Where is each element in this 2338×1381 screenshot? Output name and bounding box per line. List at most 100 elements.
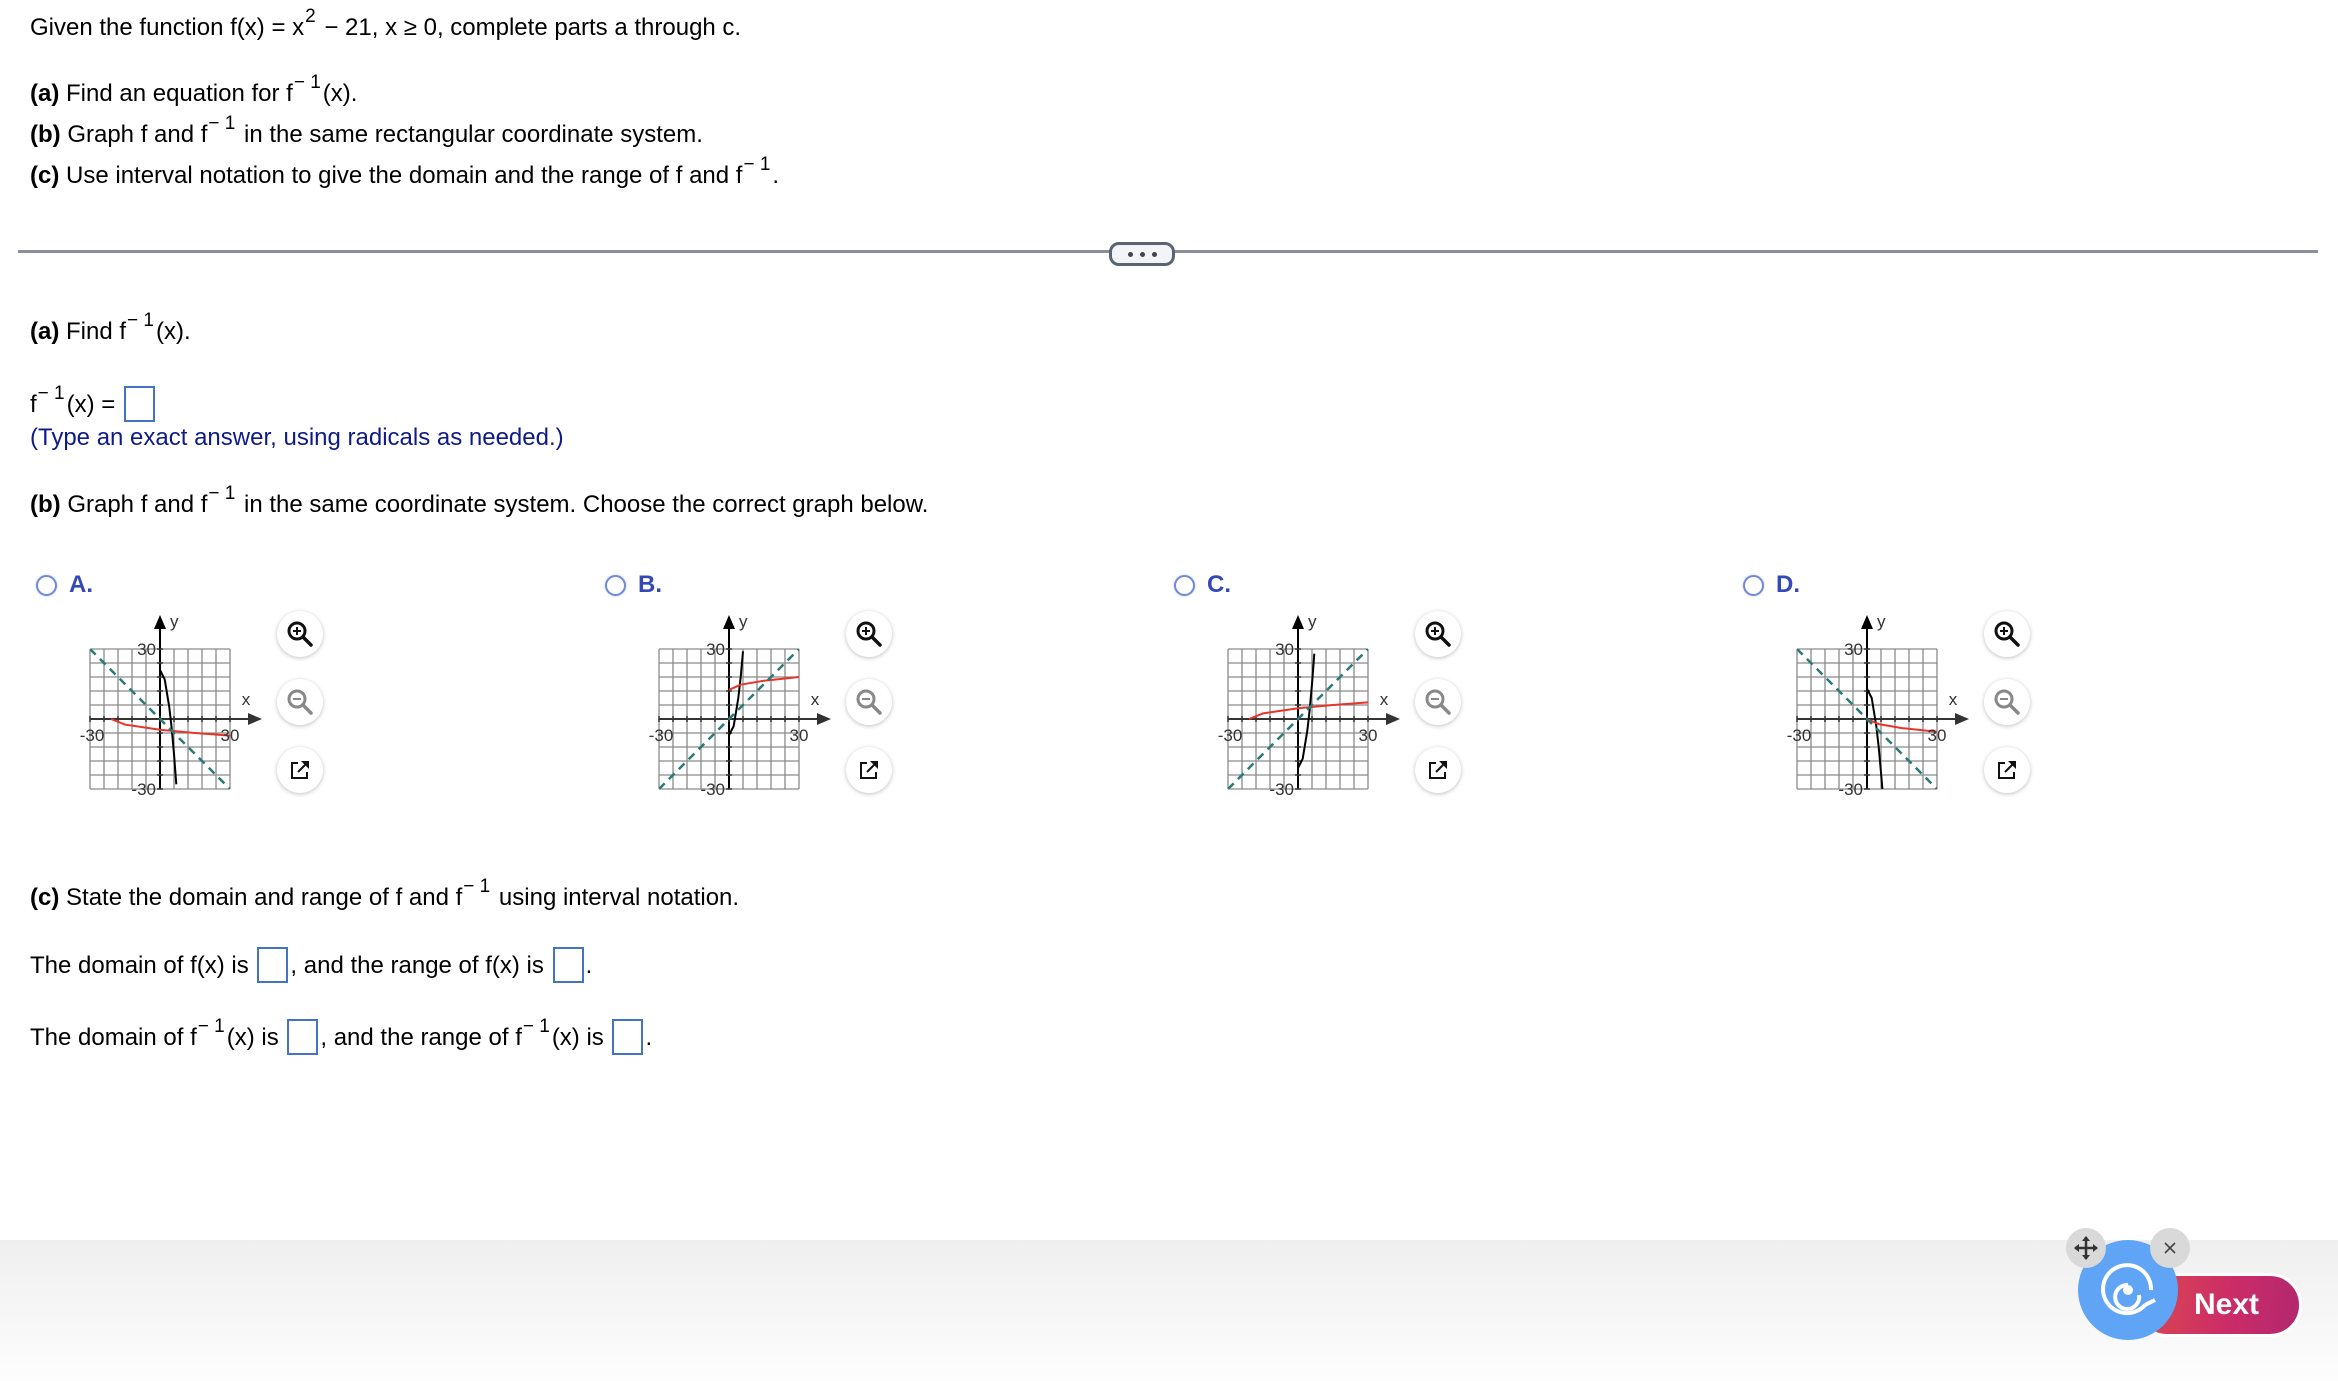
x-axis-arrow — [1955, 713, 1969, 725]
zoom-out-icon — [1994, 689, 2020, 715]
part-a-instruction: (a) Find an equation for f− 1(x). — [30, 72, 358, 110]
part-c-instruction: (c) Use interval notation to give the do… — [30, 154, 779, 192]
inverse-answer-input[interactable] — [123, 386, 155, 422]
option-label: D. — [1776, 571, 1800, 598]
close-assistant-button[interactable] — [2150, 1228, 2190, 1268]
zoom-in-icon — [287, 621, 313, 647]
y-min-label: -30 — [1269, 780, 1294, 799]
graph-option-b[interactable]: 30-30-30 30xy — [629, 600, 869, 810]
zoom-out-icon — [856, 689, 882, 715]
part-text-end: (x). — [322, 80, 358, 107]
superscript: − 1 — [463, 876, 491, 897]
label-text: (x) is — [226, 1024, 279, 1051]
external-link-button[interactable] — [1415, 747, 1461, 793]
superscript: − 1 — [293, 72, 321, 93]
x-min-label: -30 — [80, 726, 105, 745]
f-range-input[interactable] — [552, 947, 584, 983]
x-axis-arrow — [817, 713, 831, 725]
zoom-out-button[interactable] — [277, 679, 323, 725]
option-a[interactable]: A. — [36, 565, 93, 605]
x-min-label: -30 — [1787, 726, 1812, 745]
option-b[interactable]: B. — [605, 565, 662, 605]
intro-text-end: − 21, x ≥ 0, complete parts a through c. — [317, 14, 742, 41]
period: . — [645, 1024, 653, 1051]
option-label: A. — [69, 571, 93, 598]
option-d[interactable]: D. — [1743, 565, 1800, 605]
x-axis-label: x — [1380, 690, 1389, 709]
close-icon — [2164, 1242, 2176, 1254]
y-axis-label: y — [739, 612, 748, 631]
x-axis-label: x — [1949, 690, 1958, 709]
heading-text: State the domain and range of f and f — [59, 884, 463, 911]
radio-button[interactable] — [1174, 574, 1195, 596]
inverse-range-input[interactable] — [612, 1019, 644, 1055]
part-letter: (b) — [30, 121, 61, 148]
heading-text-end: (x). — [156, 318, 191, 345]
y-axis-label: y — [1308, 612, 1317, 631]
question-intro: Given the function f(x) = x2 − 21, x ≥ 0… — [30, 6, 742, 44]
y-axis-label: y — [1877, 612, 1886, 631]
part-c-heading: (c) State the domain and range of f and … — [30, 876, 740, 914]
inverse-domain-input[interactable] — [287, 1019, 319, 1055]
zoom-in-button[interactable] — [1984, 611, 2030, 657]
label-text: , and the range of f — [320, 1024, 522, 1051]
option-label: C. — [1207, 571, 1231, 598]
external-link-icon — [291, 761, 309, 779]
x-axis-arrow — [1386, 713, 1400, 725]
part-letter: (c) — [30, 884, 60, 911]
x-max-label: 30 — [790, 726, 809, 745]
part-text: Find an equation for f — [59, 80, 293, 107]
y-axis-arrow — [1861, 615, 1873, 629]
inverse-equation-row: f− 1(x) = — [30, 383, 157, 422]
part-text: Use interval notation to give the domain… — [59, 162, 743, 189]
part-b-heading: (b) Graph f and f− 1 in the same coordin… — [30, 483, 928, 521]
y-max-label: 30 — [706, 640, 725, 659]
move-handle[interactable] — [2066, 1228, 2106, 1268]
external-link-icon — [1998, 761, 2016, 779]
x-axis-label: x — [242, 690, 251, 709]
intro-text: Given the function f(x) = x — [30, 14, 305, 41]
x-max-label: 30 — [1359, 726, 1378, 745]
zoom-in-button[interactable] — [277, 611, 323, 657]
part-letter: (a) — [30, 318, 60, 345]
zoom-in-button[interactable] — [846, 611, 892, 657]
graph-option-a[interactable]: 30-30-30 30xy — [60, 600, 300, 810]
zoom-in-icon — [856, 621, 882, 647]
heading-text-end: using interval notation. — [492, 884, 740, 911]
radio-button[interactable] — [1743, 574, 1764, 596]
option-label: B. — [638, 571, 662, 598]
y-axis-arrow — [1292, 615, 1304, 629]
inverse-domain-range-row: The domain of f− 1(x) is , and the range… — [30, 1016, 653, 1055]
y-max-label: 30 — [137, 640, 156, 659]
radio-button[interactable] — [605, 574, 626, 596]
y-axis-arrow — [154, 615, 166, 629]
zoom-out-button[interactable] — [846, 679, 892, 725]
expand-more-button[interactable] — [1109, 242, 1175, 266]
superscript: − 1 — [127, 310, 154, 331]
external-link-button[interactable] — [277, 747, 323, 793]
superscript: − 1 — [208, 113, 236, 134]
assistant-logo-icon — [2101, 1263, 2156, 1316]
part-letter: (b) — [30, 491, 61, 518]
radio-button[interactable] — [36, 574, 57, 596]
graph-option-c[interactable]: 30-30-30 30xy — [1198, 600, 1438, 810]
part-b-instruction: (b) Graph f and f− 1 in the same rectang… — [30, 113, 703, 151]
dot-icon — [1139, 251, 1145, 257]
heading-text: Find f — [59, 318, 127, 345]
option-c[interactable]: C. — [1174, 565, 1231, 605]
external-link-button[interactable] — [1984, 747, 2030, 793]
answer-hint: (Type an exact answer, using radicals as… — [30, 424, 564, 451]
y-axis-label: y — [170, 612, 179, 631]
superscript: − 1 — [37, 383, 65, 404]
zoom-out-button[interactable] — [1984, 679, 2030, 725]
zoom-in-button[interactable] — [1415, 611, 1461, 657]
f-domain-input[interactable] — [257, 947, 289, 983]
external-link-button[interactable] — [846, 747, 892, 793]
eq-text-end: (x) = — [66, 391, 116, 418]
heading-text: Graph f and f — [60, 491, 208, 518]
zoom-out-button[interactable] — [1415, 679, 1461, 725]
graph-option-d[interactable]: 30-30-30 30xy — [1767, 600, 2007, 810]
part-a-heading: (a) Find f− 1(x). — [30, 310, 191, 348]
zoom-out-icon — [1425, 689, 1451, 715]
dot-icon — [1151, 251, 1157, 257]
